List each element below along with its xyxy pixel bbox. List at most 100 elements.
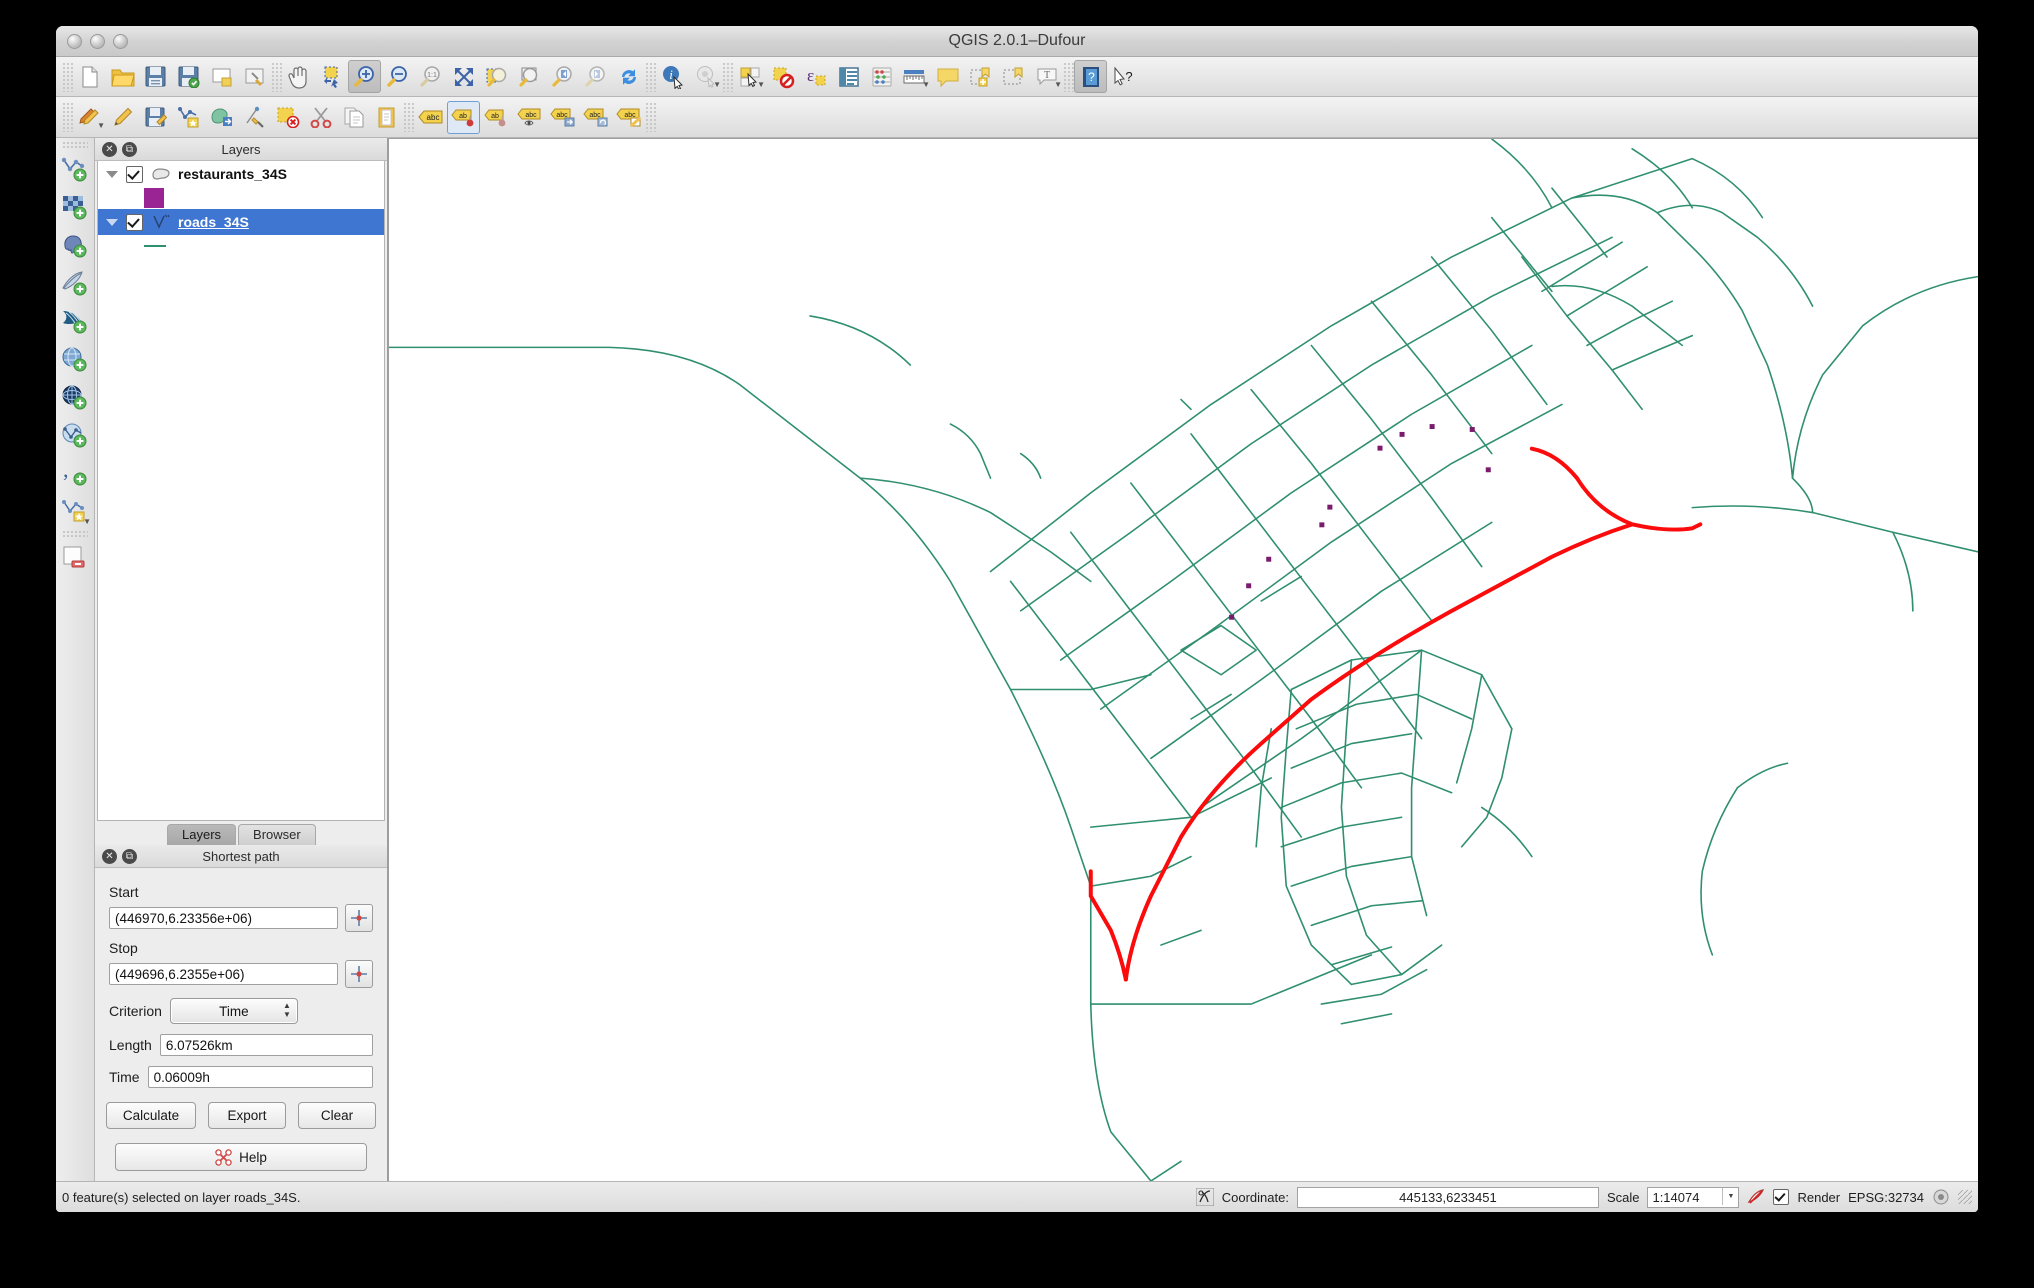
render-checkbox[interactable] xyxy=(1773,1189,1789,1205)
field-calculator-icon[interactable] xyxy=(865,60,898,93)
cut-features-icon[interactable] xyxy=(304,101,337,134)
move-label-icon[interactable]: abc xyxy=(546,101,579,134)
select-features-icon[interactable]: ▼ xyxy=(733,60,766,93)
crs-settings-icon[interactable] xyxy=(1932,1188,1950,1206)
open-attribute-table-icon[interactable] xyxy=(832,60,865,93)
stop-input[interactable]: (449696,6.2355e+06) xyxy=(109,963,338,985)
pin-labels-icon[interactable]: ab xyxy=(447,101,480,134)
add-wcs-layer-icon[interactable] xyxy=(58,340,92,378)
add-postgis-layer-icon[interactable] xyxy=(58,226,92,264)
add-feature-icon[interactable] xyxy=(172,101,205,134)
chevron-down-icon[interactable]: ▼ xyxy=(922,81,930,89)
delete-selected-icon[interactable] xyxy=(271,101,304,134)
paste-features-icon[interactable] xyxy=(370,101,403,134)
digitizing-toolbar[interactable]: ▼ abc ab xyxy=(56,97,1978,138)
node-tool-icon[interactable] xyxy=(238,101,271,134)
measure-line-icon[interactable]: ▼ xyxy=(898,60,931,93)
calculate-button[interactable]: Calculate xyxy=(106,1102,196,1129)
zoom-full-icon[interactable] xyxy=(447,60,480,93)
chevron-down-icon[interactable]: ▼ xyxy=(83,518,91,526)
toggle-editing-icon[interactable] xyxy=(106,101,139,134)
chevron-updown-icon[interactable]: ▲▼ xyxy=(283,1001,291,1019)
new-print-composer-icon[interactable] xyxy=(205,60,238,93)
show-bookmarks-icon[interactable] xyxy=(997,60,1030,93)
save-project-as-icon[interactable] xyxy=(172,60,205,93)
add-spatialite-layer-icon[interactable] xyxy=(58,264,92,302)
layers-dock-buttons[interactable]: ✕ ⧉ xyxy=(102,142,137,157)
chevron-down-icon[interactable]: ▼ xyxy=(713,81,721,89)
layers-tree[interactable]: restaurants_34S roads_34S xyxy=(97,161,385,821)
map-canvas[interactable] xyxy=(388,138,1978,1181)
chevron-down-icon[interactable]: ▼ xyxy=(97,122,105,130)
add-raster-layer-icon[interactable] xyxy=(58,188,92,226)
expand-triangle-icon[interactable] xyxy=(106,219,118,226)
refresh-icon[interactable] xyxy=(612,60,645,93)
current-edits-icon[interactable]: ▼ xyxy=(73,101,106,134)
help-contents-icon[interactable]: ? xyxy=(1074,60,1107,93)
layer-item-restaurants[interactable]: restaurants_34S xyxy=(98,161,384,187)
add-wms-layer-icon[interactable] xyxy=(58,378,92,416)
shortest-path-dock-buttons[interactable]: ✕ ⧉ xyxy=(102,849,137,864)
main-toolbar[interactable]: 1:1 i ▼ ▼ xyxy=(56,57,1978,97)
chevron-down-icon[interactable]: ▼ xyxy=(1722,1188,1738,1205)
copy-features-icon[interactable] xyxy=(337,101,370,134)
chevron-down-icon[interactable]: ▼ xyxy=(757,81,765,89)
scale-combobox[interactable]: 1:14074 ▼ xyxy=(1647,1187,1739,1208)
stop-render-icon[interactable] xyxy=(1747,1188,1765,1206)
layer-visibility-checkbox[interactable] xyxy=(126,214,143,231)
add-wfs-layer-icon[interactable] xyxy=(58,416,92,454)
left-dock-tabs[interactable]: Layers Browser xyxy=(95,821,387,845)
change-label-icon[interactable]: abc xyxy=(612,101,645,134)
text-annotation-icon[interactable]: T ▼ xyxy=(1030,60,1063,93)
identify-features-icon[interactable]: i xyxy=(656,60,689,93)
open-project-icon[interactable] xyxy=(106,60,139,93)
layer-item-roads[interactable]: roads_34S xyxy=(98,209,384,235)
map-tips-icon[interactable] xyxy=(931,60,964,93)
export-button[interactable]: Export xyxy=(208,1102,286,1129)
zoom-to-selection-icon[interactable] xyxy=(480,60,513,93)
expand-triangle-icon[interactable] xyxy=(106,171,118,178)
show-hide-labels-icon[interactable]: ab xyxy=(480,101,513,134)
clear-button[interactable]: Clear xyxy=(298,1102,376,1129)
undock-icon[interactable]: ⧉ xyxy=(122,142,137,157)
whats-this-icon[interactable]: ? xyxy=(1107,60,1140,93)
save-project-icon[interactable] xyxy=(139,60,172,93)
zoom-out-icon[interactable] xyxy=(381,60,414,93)
pan-map-icon[interactable] xyxy=(282,60,315,93)
start-pick-point-button[interactable] xyxy=(345,904,373,932)
crs-status-icon[interactable] xyxy=(1196,1188,1214,1206)
composer-manager-icon[interactable] xyxy=(238,60,271,93)
layer-visibility-checkbox[interactable] xyxy=(126,166,143,183)
zoom-actual-size-icon[interactable]: 1:1 xyxy=(414,60,447,93)
move-feature-icon[interactable] xyxy=(205,101,238,134)
run-feature-action-icon[interactable]: ▼ xyxy=(689,60,722,93)
add-mssql-layer-icon[interactable] xyxy=(58,302,92,340)
stop-pick-point-button[interactable] xyxy=(345,960,373,988)
select-by-expression-icon[interactable]: ε xyxy=(799,60,832,93)
rotate-label-icon[interactable]: abc xyxy=(579,101,612,134)
zoom-to-layer-icon[interactable] xyxy=(513,60,546,93)
layers-toolbar[interactable]: , ▼ xyxy=(56,138,95,1181)
tab-browser[interactable]: Browser xyxy=(238,824,316,845)
add-delimited-text-layer-icon[interactable]: , xyxy=(58,454,92,492)
new-project-icon[interactable] xyxy=(73,60,106,93)
remove-layer-icon[interactable] xyxy=(58,539,92,577)
criterion-select[interactable]: Time ▲▼ xyxy=(170,998,298,1024)
highlight-pinned-labels-icon[interactable]: abc xyxy=(513,101,546,134)
help-button[interactable]: Help xyxy=(115,1143,367,1171)
save-layer-edits-icon[interactable] xyxy=(139,101,172,134)
label-icon[interactable]: abc xyxy=(414,101,447,134)
resize-grip[interactable] xyxy=(1958,1190,1972,1204)
coordinate-input[interactable]: 445133,6233451 xyxy=(1297,1187,1599,1208)
chevron-down-icon[interactable]: ▼ xyxy=(1054,81,1062,89)
add-vector-layer-icon[interactable] xyxy=(58,150,92,188)
new-bookmark-icon[interactable] xyxy=(964,60,997,93)
start-input[interactable]: (446970,6.23356e+06) xyxy=(109,907,338,929)
zoom-next-icon[interactable] xyxy=(579,60,612,93)
close-icon[interactable]: ✕ xyxy=(102,849,117,864)
deselect-features-icon[interactable] xyxy=(766,60,799,93)
new-vector-layer-icon[interactable]: ▼ xyxy=(58,492,92,530)
undock-icon[interactable]: ⧉ xyxy=(122,849,137,864)
tab-layers[interactable]: Layers xyxy=(167,824,236,845)
zoom-last-icon[interactable] xyxy=(546,60,579,93)
